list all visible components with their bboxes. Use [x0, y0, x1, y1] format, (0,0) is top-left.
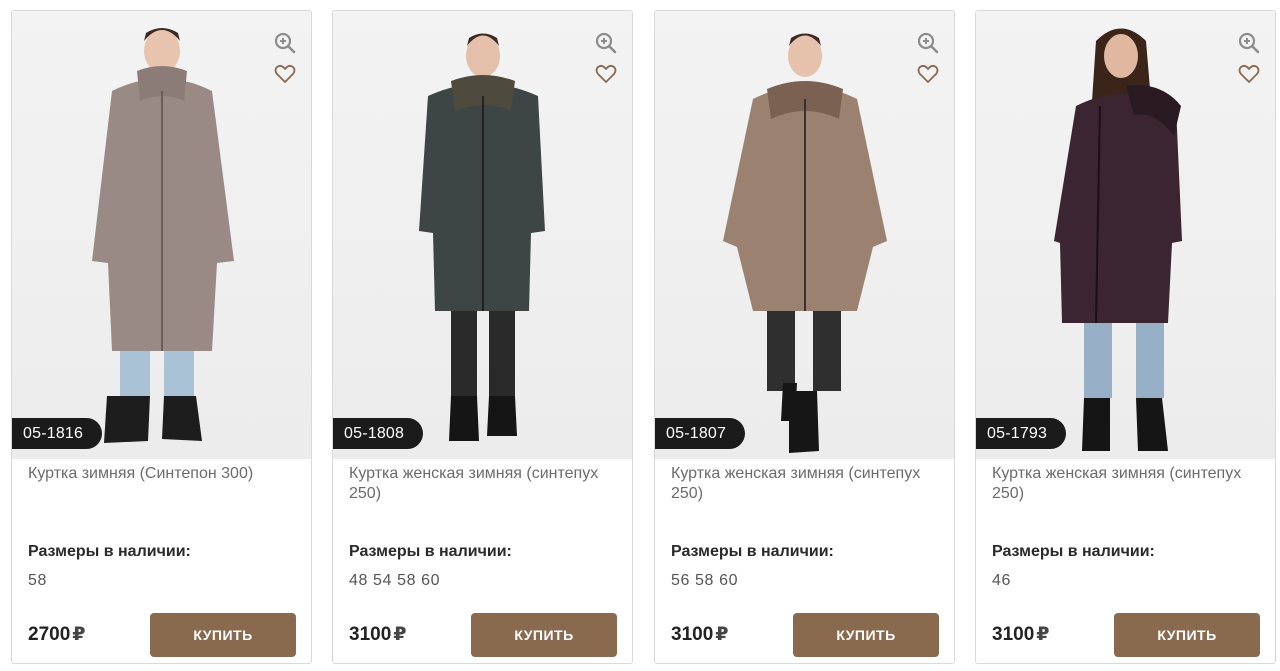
heart-icon[interactable] [1237, 62, 1261, 86]
model-in-coat-image [419, 33, 545, 441]
sizes-available: 58 [28, 572, 47, 589]
model-in-coat-image [92, 28, 234, 443]
heart-icon[interactable] [916, 62, 940, 86]
product-card[interactable]: 05-1793 Куртка женская зимняя (синтепух … [975, 10, 1276, 664]
currency-symbol: ₽ [715, 624, 729, 645]
buy-button[interactable]: КУПИТЬ [150, 613, 296, 657]
sku-badge: 05-1816 [12, 418, 102, 449]
product-grid: 05-1816 Куртка зимняя (Синтепон 300) Раз… [11, 10, 1276, 664]
sku-badge: 05-1807 [655, 418, 745, 449]
product-card[interactable]: 05-1816 Куртка зимняя (Синтепон 300) Раз… [11, 10, 312, 664]
sku-badge: 05-1808 [333, 418, 423, 449]
zoom-in-icon[interactable] [273, 31, 297, 55]
heart-icon[interactable] [273, 62, 297, 86]
price-value: 3100 [671, 624, 714, 645]
model-in-coat-image [1054, 28, 1182, 451]
zoom-in-icon[interactable] [1237, 31, 1261, 55]
sizes-label: Размеры в наличии: [28, 543, 191, 560]
zoom-in-icon[interactable] [916, 31, 940, 55]
sizes-available: 48 54 58 60 [349, 572, 441, 589]
currency-symbol: ₽ [1036, 624, 1050, 645]
product-price: 3100 ₽ [349, 623, 407, 646]
sizes-available: 56 58 60 [671, 572, 739, 589]
product-title[interactable]: Куртка зимняя (Синтепон 300) [28, 464, 296, 484]
product-price: 2700 ₽ [28, 623, 86, 646]
product-title[interactable]: Куртка женская зимняя (синтепух 250) [349, 464, 617, 504]
price-value: 2700 [28, 624, 71, 645]
currency-symbol: ₽ [72, 624, 86, 645]
price-value: 3100 [349, 624, 392, 645]
sizes-label: Размеры в наличии: [671, 543, 834, 560]
product-title[interactable]: Куртка женская зимняя (синтепух 250) [671, 464, 939, 504]
product-photo[interactable]: 05-1816 [12, 11, 311, 459]
buy-button[interactable]: КУПИТЬ [471, 613, 617, 657]
product-card[interactable]: 05-1808 Куртка женская зимняя (синтепух … [332, 10, 633, 664]
product-photo[interactable]: 05-1807 [655, 11, 954, 459]
product-card[interactable]: 05-1807 Куртка женская зимняя (синтепух … [654, 10, 955, 664]
heart-icon[interactable] [594, 62, 618, 86]
buy-button[interactable]: КУПИТЬ [793, 613, 939, 657]
product-price: 3100 ₽ [992, 623, 1050, 646]
buy-button[interactable]: КУПИТЬ [1114, 613, 1260, 657]
product-photo[interactable]: 05-1793 [976, 11, 1275, 459]
currency-symbol: ₽ [393, 624, 407, 645]
product-price: 3100 ₽ [671, 623, 729, 646]
price-value: 3100 [992, 624, 1035, 645]
sizes-available: 46 [992, 572, 1011, 589]
product-title[interactable]: Куртка женская зимняя (синтепух 250) [992, 464, 1260, 504]
sku-badge: 05-1793 [976, 418, 1066, 449]
sizes-label: Размеры в наличии: [349, 543, 512, 560]
sizes-label: Размеры в наличии: [992, 543, 1155, 560]
model-in-coat-image [723, 33, 887, 453]
zoom-in-icon[interactable] [594, 31, 618, 55]
product-photo[interactable]: 05-1808 [333, 11, 632, 459]
